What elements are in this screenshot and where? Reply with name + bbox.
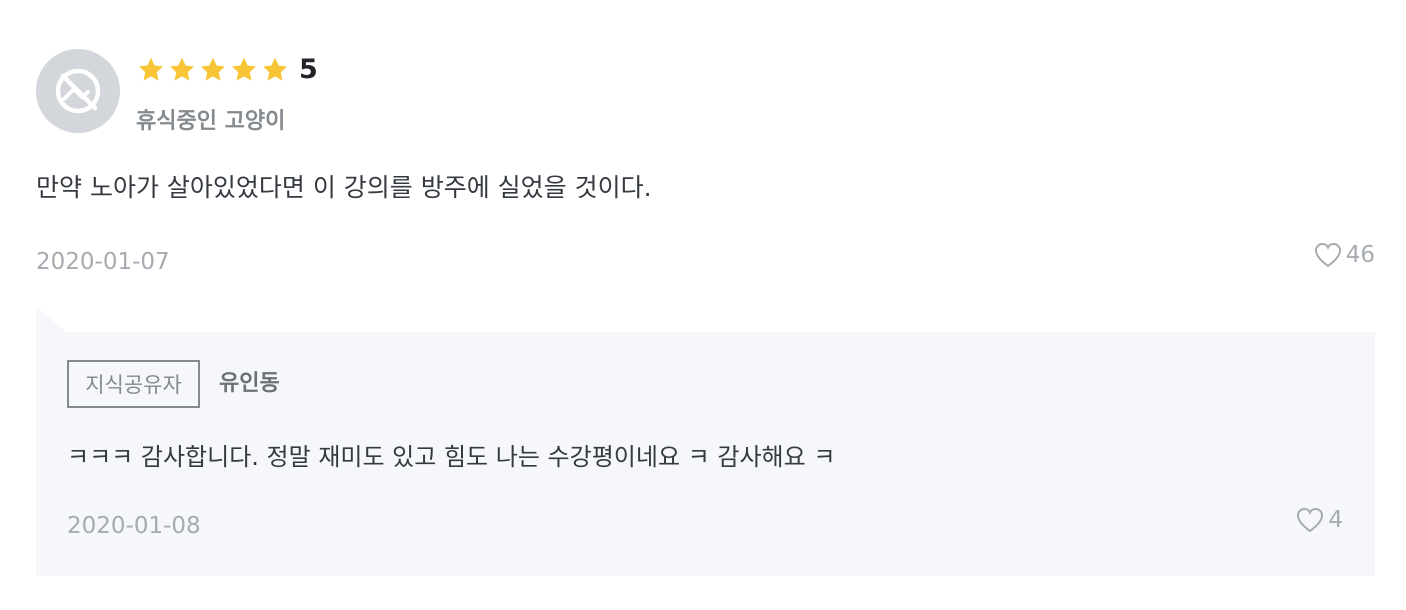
star-icon — [232, 57, 256, 81]
review-card: 5 휴식중인 고양이 만약 노아가 살아있었다면 이 강의를 방주에 실었을 것… — [0, 0, 1406, 610]
star-icon — [139, 57, 163, 81]
reply-like-count: 4 — [1328, 507, 1343, 533]
heart-icon — [1314, 242, 1341, 268]
review-date: 2020-01-07 — [36, 249, 170, 275]
star-icon — [170, 57, 194, 81]
reply-author[interactable]: 유인동 — [219, 368, 280, 400]
rating: 5 — [136, 52, 318, 88]
star-rating — [136, 55, 291, 85]
review-author[interactable]: 휴식중인 고양이 — [136, 106, 285, 138]
reply-text: ㅋㅋㅋ 감사합니다. 정말 재미도 있고 힘도 나는 수강평이네요 ㅋ 감사해요… — [67, 443, 836, 471]
star-icon — [201, 57, 225, 81]
reply-date: 2020-01-08 — [67, 513, 201, 539]
avatar[interactable] — [36, 49, 120, 133]
instructor-badge: 지식공유자 — [67, 360, 200, 408]
reply-pointer — [36, 306, 66, 332]
reply-like-button[interactable]: 4 — [1295, 503, 1343, 537]
heart-icon — [1297, 507, 1324, 533]
like-button[interactable]: 46 — [1313, 238, 1375, 272]
reply-card: 지식공유자 유인동 ㅋㅋㅋ 감사합니다. 정말 재미도 있고 힘도 나는 수강평… — [36, 332, 1375, 576]
like-count: 46 — [1345, 242, 1375, 268]
review-text: 만약 노아가 살아있었다면 이 강의를 방주에 실었을 것이다. — [36, 173, 652, 202]
rating-value: 5 — [299, 54, 318, 85]
star-icon — [263, 57, 287, 81]
no-image-icon — [55, 68, 101, 114]
